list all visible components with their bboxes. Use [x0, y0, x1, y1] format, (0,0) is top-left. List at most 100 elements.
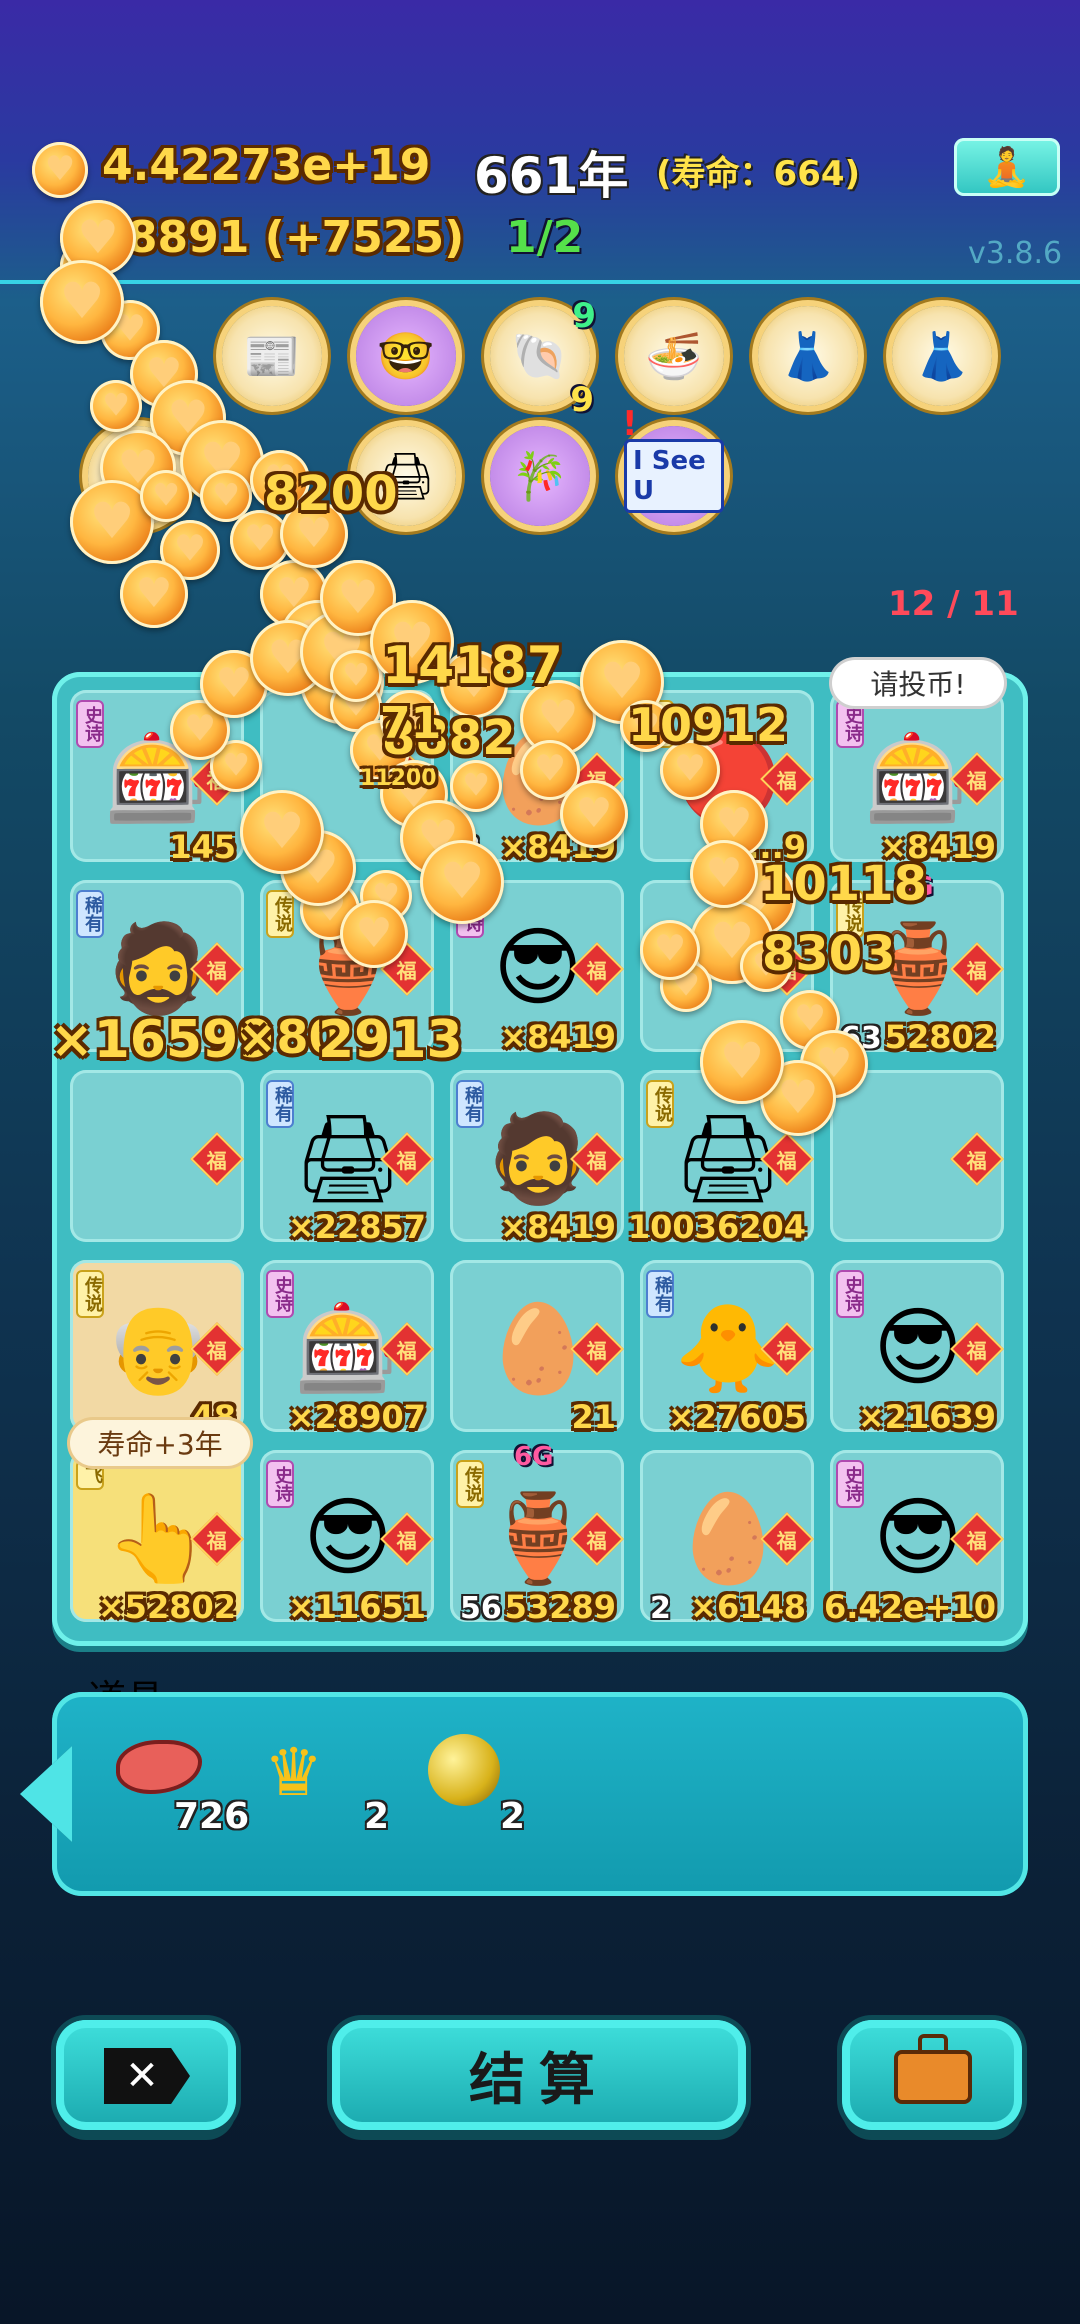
- cell-count: ×22857: [287, 1208, 426, 1246]
- meditate-button[interactable]: 🧘: [954, 138, 1060, 196]
- book-icon[interactable]: 📘: [88, 426, 188, 526]
- skirt-icon[interactable]: 👗: [892, 306, 992, 406]
- level-tag: 6G: [894, 872, 934, 902]
- cell-count: 10036204: [627, 1208, 806, 1246]
- time-newspaper-icon[interactable]: 📰: [222, 306, 322, 406]
- hud: 4.42273e+19 661年 (寿命：664) 🧘 +8891 (+7525…: [0, 120, 1080, 280]
- close-icon: ✕: [104, 2048, 190, 2104]
- cell-count: 6.42e+10: [824, 1588, 996, 1626]
- cell-count: 52802: [884, 1018, 996, 1056]
- board-cell[interactable]: 史诗 🎰 福 ×8419: [830, 690, 1004, 866]
- bamboo-ruler-icon[interactable]: 🎋: [490, 426, 590, 526]
- version-label: v3.8.6: [968, 236, 1063, 271]
- math-face-icon[interactable]: 🤓: [356, 306, 456, 406]
- fortune-icon: 福: [950, 1132, 1004, 1186]
- hud-divider: [0, 280, 1080, 284]
- flying-coin: [100, 300, 160, 360]
- board-cell[interactable]: 传说 👴 福 ...48: [70, 1260, 244, 1436]
- cell-count: ×8419: [500, 828, 616, 866]
- flying-coin: [90, 380, 142, 432]
- cell-count: ×21639: [857, 1398, 996, 1436]
- flying-coin: [130, 340, 198, 408]
- items-panel: 726 ♛ 2 2: [20, 1692, 1028, 1896]
- board-cell[interactable]: 史诗 😎 福 ×21639: [830, 1260, 1004, 1436]
- board-cell[interactable]: 🥚 福 21: [450, 1260, 624, 1436]
- flying-coin: [250, 450, 310, 510]
- flying-coin: [280, 500, 348, 568]
- cell-level: 56: [460, 1591, 502, 1626]
- cell-level: 3: [460, 831, 481, 866]
- briefcase-icon: [894, 2034, 972, 2104]
- cell-count: ×8419: [500, 1018, 616, 1056]
- board-cell[interactable]: 稀有 🖨 福 ×22857: [260, 1070, 434, 1246]
- settle-button[interactable]: 结算: [332, 2020, 746, 2130]
- item-crown[interactable]: ♛ 2: [264, 1740, 394, 1860]
- cell-count: ×6148: [690, 1588, 806, 1626]
- fortune-icon: 福: [760, 942, 814, 996]
- flying-coin: [180, 420, 264, 504]
- board-cell[interactable]: 福: [830, 1070, 1004, 1242]
- bowls-icon[interactable]: 🍜: [624, 306, 724, 406]
- cell-count: 21: [571, 1398, 616, 1436]
- board-cell[interactable]: 福: [70, 1070, 244, 1242]
- board-cell[interactable]: 稀有 🧔 福 ×8419: [450, 1070, 624, 1246]
- board-cell[interactable]: 传说 🏺 福 6G 56 53289: [450, 1442, 624, 1626]
- coin-total: 4.42273e+19: [102, 140, 431, 191]
- gold-ball-icon: [428, 1734, 500, 1806]
- board-cell[interactable]: 传说 🖨 福 10036204: [628, 1070, 814, 1246]
- shell-badge-bottom: 9: [570, 380, 594, 420]
- lifespan-display: (寿命：664): [656, 154, 861, 194]
- item-liver-count: 726: [174, 1796, 250, 1837]
- progress-display: 1/2: [506, 212, 584, 263]
- flying-coin: [320, 560, 396, 636]
- cell-count: ×8419: [500, 1208, 616, 1246]
- alert-icon: !: [622, 404, 638, 444]
- board-cell[interactable]: 福: [640, 880, 814, 1052]
- printer-icon[interactable]: 🖨: [356, 426, 456, 526]
- board-cell[interactable]: 稀有 🧔 福: [70, 880, 244, 1052]
- shell-icon[interactable]: 🐚 9 9: [490, 296, 596, 420]
- item-gold-ball[interactable]: 2: [428, 1734, 558, 1854]
- board-cell[interactable]: 史诗 🎰 福 ×28907: [260, 1260, 434, 1436]
- item-crown-count: 2: [364, 1796, 390, 1837]
- coin-speech-bubble: 请投币!: [832, 660, 1004, 706]
- cell-level: 63: [840, 1021, 882, 1056]
- cell-count: 145: [169, 828, 236, 866]
- board-cell[interactable]: 🥚 福 2 ×6148: [640, 1450, 814, 1626]
- close-button[interactable]: ✕: [56, 2020, 236, 2130]
- cell-level: 2: [650, 1591, 671, 1626]
- i-see-u-sign-icon[interactable]: I See U !: [622, 404, 724, 526]
- board-cell[interactable]: 飞 👆 福 ×52802: [70, 1450, 244, 1626]
- flying-coin: [260, 560, 328, 628]
- board-cell[interactable]: 史诗 😎 福 6.42e+10: [824, 1450, 1004, 1626]
- flying-coin: [200, 470, 252, 522]
- income-display: +8891 (+7525): [90, 212, 465, 263]
- board-cell[interactable]: 史诗 😎 福 ×8419: [450, 880, 624, 1056]
- flying-coin: [160, 520, 220, 580]
- flying-coin: [280, 600, 356, 676]
- items-left-arrow[interactable]: [20, 1746, 72, 1842]
- cell-count: ×...9: [720, 828, 806, 866]
- cell-count: ×28907: [287, 1398, 426, 1436]
- fortune-icon: 福: [190, 1132, 244, 1186]
- meditation-icon: 🧘: [983, 144, 1031, 189]
- flying-coin: [120, 560, 188, 628]
- settle-label: 结算: [469, 2047, 609, 2113]
- board-cell[interactable]: 史诗 🎰 福 145: [70, 690, 244, 866]
- coin-icon: [32, 142, 88, 198]
- speech-text: 请投币!: [870, 668, 966, 701]
- level-tag: 6G: [514, 1442, 554, 1472]
- bag-button[interactable]: [842, 2020, 1022, 2130]
- board-cell[interactable]: 史诗 😎 福 ×11651: [260, 1450, 434, 1626]
- board-cell[interactable]: 福: [260, 690, 434, 862]
- skirt-icon[interactable]: 👗: [758, 306, 858, 406]
- board-cell[interactable]: 稀有 🐥 福 ×27605: [640, 1260, 814, 1436]
- board-cell[interactable]: 传说 🔴 福 ×...9: [640, 690, 814, 866]
- item-liver[interactable]: 726: [116, 1740, 250, 1860]
- shell-badge-top: 9: [572, 296, 596, 336]
- game-board: 史诗 🎰 福 145 福 🥚 福 3 ×8419 传说 🔴 福 ×...9 史诗 🎰 福 ×8419 稀有 🧔 福传说…: [52, 672, 1028, 1646]
- board-cell[interactable]: 传说 🏺 福 6G 63 52802: [830, 872, 1004, 1056]
- board-cell[interactable]: 传说 🏺 福: [260, 880, 434, 1052]
- board-cell[interactable]: 🥚 福 3 ×8419: [450, 690, 624, 866]
- life-bonus-bubble: 寿命+3年: [70, 1420, 250, 1466]
